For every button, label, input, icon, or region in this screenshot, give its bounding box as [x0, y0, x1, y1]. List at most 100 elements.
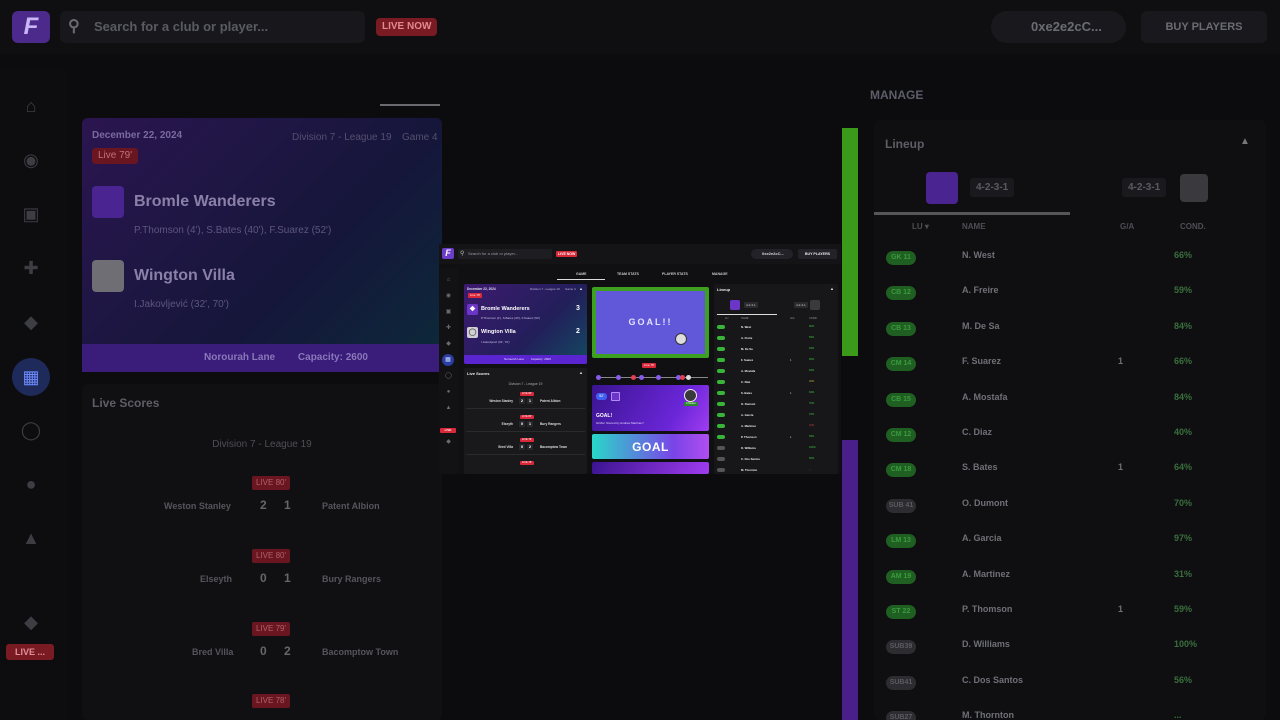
timeline-event-dot[interactable] [656, 375, 661, 380]
app-logo[interactable]: F [442, 248, 454, 259]
match-timeline [596, 377, 708, 378]
lineup-row[interactable]: C. Dos Santos 56% [714, 456, 838, 464]
bg-player-condition: 84% [1174, 320, 1193, 331]
bg-col-ga: G/A [1120, 222, 1135, 231]
live-score-home-goals: 0 [519, 421, 525, 427]
bg-lineup-row: AM 19 A. Martinez 31% [874, 562, 1266, 597]
ball-icon[interactable]: ● [444, 388, 453, 397]
live-score-row[interactable]: LIVE 80' Elseyth 0 1 Bury Rangers [464, 415, 587, 435]
tab-manage[interactable]: MANAGE [712, 272, 728, 276]
live-score-row[interactable]: LIVE 78' [464, 461, 587, 474]
lineup-row[interactable]: F. Suarez 1 66% [714, 357, 838, 365]
event-card[interactable] [592, 462, 709, 474]
lineup-row[interactable]: A. Martinez 31% [714, 423, 838, 431]
lineup-row[interactable]: D. Williams 100% [714, 445, 838, 453]
live-scores-division: Division 7 - League 19 [508, 382, 543, 386]
col-name[interactable]: NAME [741, 317, 749, 320]
bg-lineup-tab-underline [874, 212, 1070, 215]
live-scores-title: Live Scores [467, 371, 490, 376]
home-crest-icon[interactable] [730, 300, 740, 310]
lineup-row[interactable]: A. Garcia 97% [714, 412, 838, 420]
bg-player-name: M. De Sa [962, 320, 1000, 331]
wallet-button[interactable]: 0xe2e2cC... [751, 249, 793, 259]
live-score-home: Bred Villa [498, 445, 513, 449]
lineup-row[interactable]: M. Thornton... [714, 467, 838, 474]
stadium-icon[interactable]: ▣ [444, 308, 453, 317]
timeline-event-dot[interactable] [680, 375, 685, 380]
away-team-name[interactable]: Wington Villa [481, 329, 516, 335]
lineup-row[interactable]: S. Bates 1 64% [714, 390, 838, 398]
divider [466, 431, 585, 432]
player-condition: 66% [809, 325, 815, 328]
bg-lineup-row: CB 15 A. Mostafa 84% [874, 385, 1266, 420]
bg-player-ga: 1 [1118, 604, 1124, 614]
bg-position-pill: CB 15 [886, 392, 916, 407]
trophy-icon[interactable]: ▲ [444, 404, 453, 413]
lineup-row[interactable]: A. Mostafa 84% [714, 368, 838, 376]
live-score-row[interactable]: LIVE 79' Bred Villa 0 2 Bacomptow Town [464, 438, 587, 458]
bg-position-pill: CB 12 [886, 286, 916, 301]
player-condition: ... [809, 468, 812, 471]
player-condition: 31% [809, 424, 815, 427]
player-name: S. Bates [741, 391, 753, 395]
col-lu[interactable]: LU [725, 317, 728, 320]
position-pill [717, 446, 725, 450]
lineup-row[interactable]: C. Diaz 40% [714, 379, 838, 387]
shield-icon[interactable]: ◯ [444, 372, 453, 381]
bg-player-name: O. Dumont [962, 497, 1008, 508]
bg-ls-home: Elseyth [200, 574, 233, 584]
lineup-row[interactable]: P. Thomson 1 59% [714, 434, 838, 442]
away-crest-icon[interactable] [810, 300, 820, 310]
search-input[interactable]: ⚲ Search for a club or player... [458, 249, 552, 259]
timeline-event-dot[interactable] [631, 375, 636, 380]
bg-lineup-row: SUB 41 O. Dumont 70% [874, 491, 1266, 526]
home-team-name[interactable]: Bromle Wanderers [481, 306, 530, 312]
bg-ls-away: Bacomptow Town [322, 647, 399, 657]
tab-game[interactable]: GAME [576, 272, 587, 276]
tactics-icon[interactable]: ✚ [444, 324, 453, 333]
timeline-event-dot[interactable] [686, 375, 691, 380]
player-condition: 56% [809, 457, 815, 460]
timeline-event-dot[interactable] [639, 375, 644, 380]
tab-team-stats[interactable]: TEAM STATS [617, 272, 639, 276]
lineup-row[interactable]: M. De Sa 84% [714, 346, 838, 354]
bg-wallet-button: 0xe2e2cC... [991, 11, 1126, 43]
chevron-up-icon[interactable]: ▲ [579, 286, 583, 291]
bg-ls-as: 1 [284, 498, 291, 512]
timeline-event-dot[interactable] [596, 375, 601, 380]
lineup-row[interactable]: A. Freire 59% [714, 335, 838, 343]
bg-match-game: Game 4 [402, 132, 438, 143]
position-pill [717, 325, 725, 329]
live-now-button[interactable]: LIVE NOW [556, 251, 578, 257]
lineup-row[interactable]: O. Dumont 70% [714, 401, 838, 409]
collapse-icon[interactable]: ▲ [579, 370, 583, 375]
goal-event-card[interactable]: 52' F.Suarez GOAL! GOAL! Scored by Andre… [592, 385, 709, 431]
club-crest-icon[interactable]: ◆ [444, 438, 453, 447]
home-icon: ⌂ [25, 96, 37, 116]
tag-icon[interactable]: ◆ [444, 340, 453, 349]
live-score-home-goals: 0 [519, 444, 525, 450]
stadium-icon: ▣ [22, 204, 40, 224]
divider [466, 454, 585, 455]
live-score-row[interactable]: LIVE 80' Weston Stanley 2 1 Patent Albio… [464, 392, 587, 412]
side-live-button[interactable]: LIVE [440, 428, 456, 433]
col-ga[interactable]: G/A [790, 317, 794, 320]
bg-stadium: Norourah Lane [204, 352, 276, 363]
club-crest-icon: ◆ [24, 612, 38, 632]
bg-search-input: ⚲ Search for a club or player... [60, 11, 365, 43]
timeline-event-dot[interactable] [616, 375, 621, 380]
collapse-icon[interactable]: ▲ [830, 286, 834, 291]
col-cond[interactable]: COND. [809, 317, 817, 320]
users-icon[interactable]: ◉ [444, 292, 453, 301]
lineup-row[interactable]: N. West 66% [714, 324, 838, 332]
trophy-icon: ▲ [22, 528, 40, 548]
stadium-capacity: Capacity: 2600 [530, 357, 551, 361]
match-date: December 22, 2024 [467, 287, 496, 291]
buy-players-button[interactable]: BUY PLAYERS [798, 249, 837, 259]
calendar-icon[interactable]: ▦ [442, 354, 454, 366]
tab-player-stats[interactable]: PLAYER STATS [662, 272, 688, 276]
home-icon[interactable]: ⌂ [444, 276, 453, 285]
bg-match-card: December 22, 2024 Division 7 - League 19… [82, 118, 442, 372]
goal-banner: GOAL [592, 434, 709, 459]
live-score-badge: LIVE 80' [520, 392, 534, 396]
